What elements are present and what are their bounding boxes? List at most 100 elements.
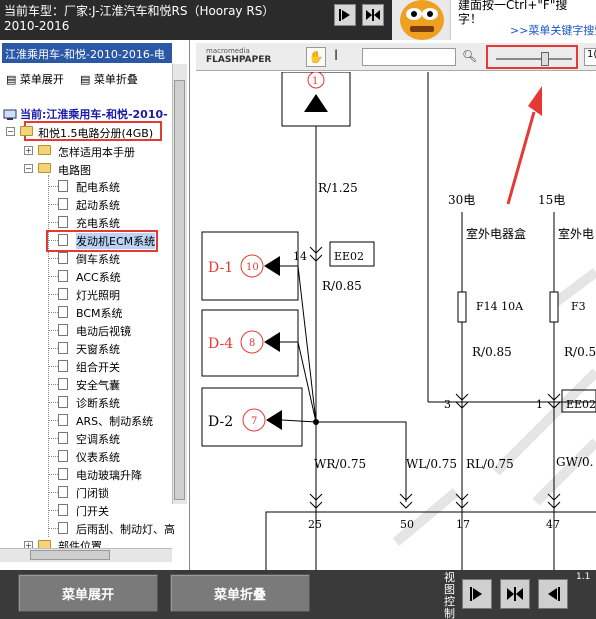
tree-item[interactable]: 仪表系统	[76, 449, 120, 465]
tree-guide-line	[48, 240, 58, 241]
tree-item[interactable]: ACC系统	[76, 269, 121, 285]
connector-label: EE02	[334, 250, 364, 263]
view-right-button[interactable]	[538, 579, 568, 609]
tree-item[interactable]: 门开关	[76, 503, 109, 519]
hand-tool-icon[interactable]: ✋	[306, 47, 326, 67]
expand-icon[interactable]: +	[24, 146, 33, 155]
pin-number: 14	[293, 250, 307, 263]
arrow-left-icon	[548, 587, 560, 601]
document-icon	[58, 414, 68, 426]
component-label: D-4	[208, 336, 233, 352]
tree-guide-line	[48, 456, 58, 457]
tree-guide-line	[48, 330, 58, 331]
tree-item[interactable]: 空调系统	[76, 431, 120, 447]
menu-expand-button[interactable]: 菜单展开	[18, 574, 158, 612]
tree-guide-line	[48, 258, 58, 259]
box-label: 室外电器盒	[466, 226, 526, 241]
tree-item[interactable]: 灯光照明	[76, 287, 120, 303]
tree-item[interactable]: 电动后视镜	[76, 323, 131, 339]
wire-label: R/0.5	[564, 345, 596, 359]
tree-guide-line	[48, 384, 58, 385]
collapse-icon[interactable]: −	[6, 127, 15, 136]
tree-folder-root[interactable]: 和悦1.5电路分册(4GB)	[38, 125, 153, 141]
pin-number: 7	[251, 416, 257, 427]
next-page-button[interactable]	[334, 4, 356, 26]
document-icon	[58, 252, 68, 264]
zoom-slider[interactable]	[486, 45, 578, 69]
tree-guide-line	[48, 276, 58, 277]
open-folder-icon	[38, 163, 51, 173]
current-model-node[interactable]: 当前:江淮乘用车-和悦-2010-	[20, 106, 168, 122]
pin-number: 17	[456, 518, 470, 531]
text-select-icon[interactable]: I	[334, 48, 338, 64]
mascot-image	[392, 0, 452, 40]
tree-folder-howto[interactable]: 怎样适用本手册	[58, 144, 135, 160]
list-icon: ▤	[6, 73, 17, 86]
tree-guide-line	[48, 474, 58, 475]
menu-keyword-search-link[interactable]: >>菜单关键字搜索	[510, 22, 596, 38]
document-icon	[58, 234, 68, 246]
tree-item[interactable]: 组合开关	[76, 359, 120, 375]
pin-number: 47	[546, 518, 560, 531]
menu-collapse-link[interactable]: ▤ 菜单折叠	[80, 71, 138, 87]
zoom-field[interactable]: 1(	[584, 48, 596, 66]
slider-thumb[interactable]	[541, 52, 549, 66]
current-car-label: 当前车型：厂家:J-江淮汽车和悦RS（Hooray RS）	[4, 4, 275, 18]
wire-label: R/0.85	[322, 279, 362, 293]
tree-item[interactable]: 门闭锁	[76, 485, 109, 501]
document-icon	[58, 378, 68, 390]
circuit-svg: 1 R/1.25 14 EE02 R/0.85 D-1 10 D-4 8 D-2…	[201, 72, 596, 570]
component-label: D-1	[208, 260, 233, 276]
view-split-button[interactable]	[500, 579, 530, 609]
tree-item[interactable]: 天窗系统	[76, 341, 120, 357]
tree-item[interactable]: 电动玻璃升降	[76, 467, 142, 483]
current-car-year: 2010-2016	[4, 19, 70, 33]
double-arrow-icon	[366, 9, 380, 21]
pin-number: 10	[246, 262, 259, 273]
tree-guide-line	[48, 222, 58, 223]
tree-guide-line	[48, 492, 58, 493]
tree-folder-circuit[interactable]: 电路图	[58, 162, 91, 178]
flashpaper-logo: macromedia FLASHPAPER	[206, 47, 272, 65]
scroll-thumb[interactable]	[30, 550, 110, 560]
tree-item[interactable]: BCM系统	[76, 305, 123, 321]
scroll-thumb[interactable]	[174, 80, 185, 500]
tree-item[interactable]: 配电系统	[76, 179, 120, 195]
tree-item[interactable]: 安全气囊	[76, 377, 120, 393]
document-icon	[58, 396, 68, 408]
tree-guide-line	[48, 510, 58, 511]
folder-icon	[38, 145, 51, 155]
tree-guide-line	[48, 420, 58, 421]
wire-label: RL/0.75	[466, 457, 514, 471]
promo-text-line2: 字！	[458, 12, 483, 26]
document-icon	[58, 288, 68, 300]
view-left-button[interactable]	[462, 579, 492, 609]
tree-item[interactable]: 倒车系统	[76, 251, 120, 267]
document-icon	[58, 216, 68, 228]
document-icon	[58, 342, 68, 354]
menu-collapse-button[interactable]: 菜单折叠	[170, 574, 310, 612]
tree-item[interactable]: 诊断系统	[76, 395, 120, 411]
app-header: 当前车型：厂家:J-江淮汽车和悦RS（Hooray RS） 2010-2016 …	[0, 0, 596, 40]
tree-guide-line	[48, 528, 58, 529]
circuit-diagram: 1 R/1.25 14 EE02 R/0.85 D-1 10 D-4 8 D-2…	[196, 72, 596, 570]
tree-item[interactable]: 起动系统	[76, 197, 120, 213]
power-label: 15电	[538, 193, 565, 207]
tree-item[interactable]: 发动机ECM系统	[76, 233, 156, 249]
tree-item[interactable]: 后雨刮、制动灯、高	[76, 521, 175, 537]
wire-label: R/1.25	[318, 181, 358, 195]
tree-item[interactable]: ARS、制动系统	[76, 413, 153, 429]
computer-icon	[3, 106, 17, 120]
collapse-icon[interactable]: −	[24, 164, 33, 173]
menu-expand-link[interactable]: ▤ 菜单展开	[6, 71, 64, 87]
tree-guide-line	[48, 294, 58, 295]
tree-item[interactable]: 充电系统	[76, 215, 120, 231]
tree-guide-line	[48, 366, 58, 367]
search-input[interactable]	[362, 48, 456, 66]
flashpaper-toolbar: macromediaFLASHPAPER ✋ I 🔍︎ 1(	[196, 43, 596, 71]
wire-label: WR/0.75	[314, 457, 366, 471]
tree-guide-line	[48, 402, 58, 403]
search-icon[interactable]: 🔍︎	[462, 49, 477, 63]
tree-guide-line	[48, 186, 58, 187]
split-view-button[interactable]	[362, 4, 384, 26]
